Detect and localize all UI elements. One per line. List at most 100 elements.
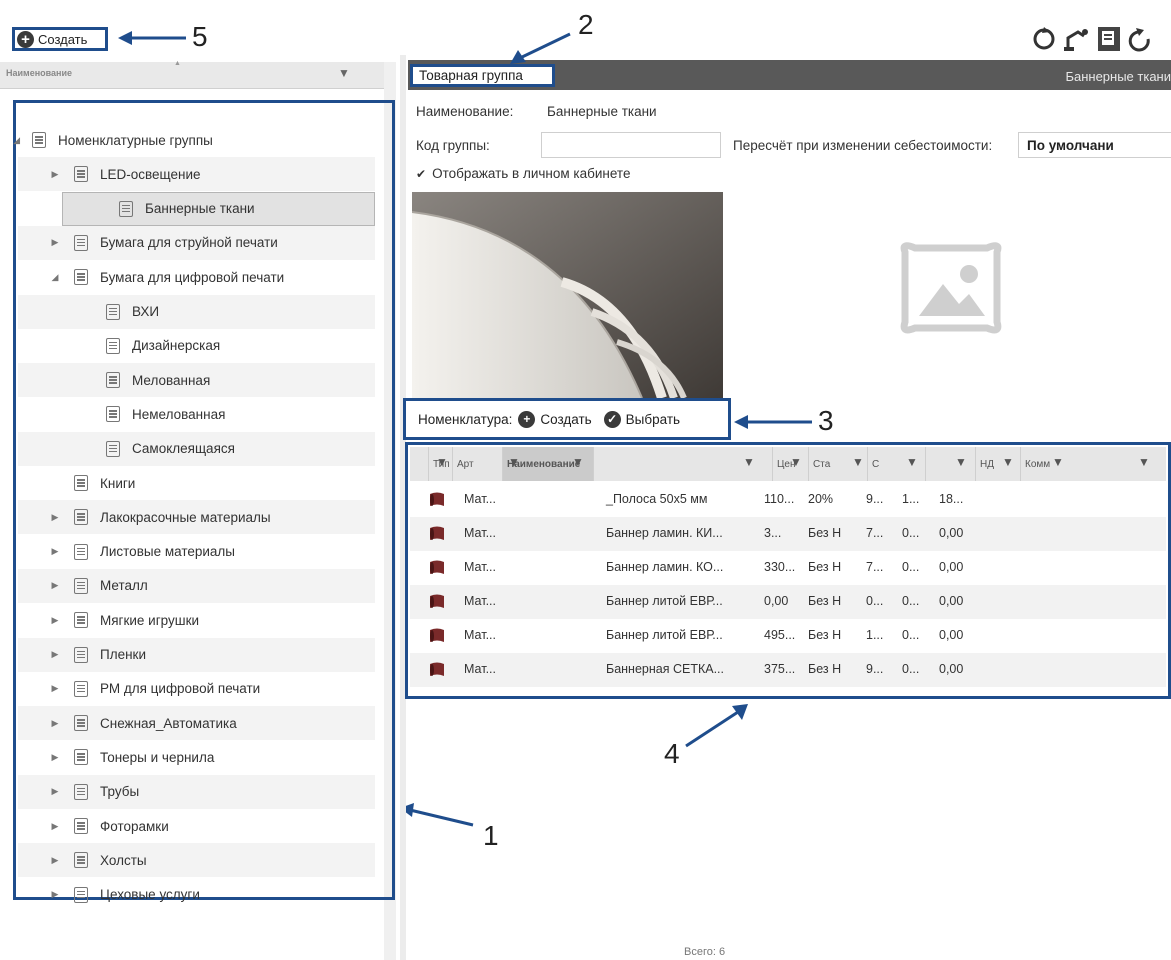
column-filter-icon[interactable]: ▼ (906, 455, 918, 469)
column-filter-icon[interactable]: ▼ (955, 455, 967, 469)
column-filter-icon[interactable]: ▼ (790, 455, 802, 469)
document-icon (74, 680, 88, 697)
tree-item[interactable]: ▶ Трубы (18, 774, 375, 809)
grid-cell: Мат... (464, 594, 496, 608)
tree-item[interactable]: Дизайнерская (18, 329, 375, 363)
document-icon (106, 372, 120, 389)
show-in-cabinet-checkbox[interactable]: ✔ Отображать в личном кабинете (416, 166, 630, 181)
name-value[interactable]: Баннерные ткани (547, 104, 657, 119)
column-filter-icon[interactable]: ▼ (743, 455, 755, 469)
tree-item[interactable]: ▶ Пленки (18, 637, 375, 672)
expand-arrow-icon[interactable]: ▶ (48, 752, 62, 763)
grid-cell: 3... (764, 526, 782, 540)
tree-item[interactable]: ▶ Снежная_Автоматика (18, 706, 375, 741)
recalc-select[interactable]: По умолчани (1018, 132, 1171, 158)
tree-item[interactable]: ▶ LED-освещение (18, 157, 375, 192)
expand-arrow-icon[interactable]: ▶ (48, 546, 62, 557)
nomenclature-toolbar: Номенклатура: + Создать ✓ Выбрать (403, 398, 731, 440)
grid-cell: 9... (866, 492, 884, 506)
column-filter-icon[interactable]: ▼ (1052, 455, 1064, 469)
filter-icon[interactable]: ▼ (338, 66, 350, 80)
tree-item[interactable]: ▶ Металл (18, 568, 375, 603)
tree-item[interactable]: Мелованная (18, 363, 375, 398)
grid-row[interactable]: Мат... _Полоса 50х5 мм 110... 20% 9... 1... 18… (410, 483, 1166, 517)
tree-item-label: Трубы (100, 784, 140, 800)
plus-circle-icon: + (17, 30, 34, 48)
grid-cell: Без Н (808, 594, 842, 608)
tree-item[interactable]: ▶ Мягкие игрушки (18, 603, 375, 637)
expand-arrow-icon[interactable]: ▶ (48, 615, 62, 626)
grid-row[interactable]: Мат... Баннер литой ЕВР... 495... Без Н 1...… (410, 619, 1166, 653)
tree-item[interactable]: ▶ Лакокрасочные материалы (18, 500, 375, 535)
column-filter-icon[interactable]: ▼ (1138, 455, 1150, 469)
expand-arrow-icon[interactable]: ▶ (48, 855, 62, 866)
tree-item[interactable]: ◢ Номенклатурные группы (13, 123, 375, 157)
tree-item[interactable]: Самоклеящаяся (18, 431, 375, 466)
column-filter-icon[interactable]: ▼ (852, 455, 864, 469)
tree-item[interactable]: ▶ Цеховые услуги (18, 878, 375, 912)
tree-item[interactable]: Немелованная (18, 397, 375, 431)
grid-row[interactable]: Мат... Баннерная СЕТКА... 375... Без Н 9... 0… (410, 653, 1166, 687)
tree-item[interactable]: ▶ РМ для цифровой печати (18, 672, 375, 706)
tree-item[interactable]: Книги (18, 466, 375, 500)
document-icon (106, 406, 120, 423)
expand-arrow-icon[interactable]: ▶ (48, 580, 62, 591)
column-filter-icon[interactable]: ▼ (436, 455, 448, 469)
create-button[interactable]: + Создать (12, 27, 108, 51)
tree-item[interactable]: ▶ Фоторамки (18, 809, 375, 843)
column-filter-icon[interactable]: ▼ (572, 455, 584, 469)
group-photo[interactable] (412, 192, 723, 398)
grid-row[interactable]: Мат... Баннер литой ЕВР... 0,00 Без Н 0... 0.… (410, 585, 1166, 619)
expand-arrow-icon[interactable]: ▶ (48, 786, 62, 797)
recalc-label: Пересчёт при изменении себестоимости: (733, 138, 993, 153)
refresh-icon[interactable] (1128, 28, 1150, 52)
nomenclature-select-button[interactable]: ✓ Выбрать (603, 410, 680, 428)
tree-item[interactable]: ▶ Листовые материалы (18, 535, 375, 569)
grid-cell: 0,00 (939, 526, 964, 540)
expand-arrow-icon[interactable]: ▶ (48, 649, 62, 660)
code-input[interactable] (541, 132, 721, 158)
document-icon (106, 440, 120, 457)
image-placeholder-area[interactable] (725, 192, 1171, 398)
collapse-arrow-icon[interactable]: ◢ (48, 272, 62, 283)
grid-column-header[interactable] (925, 447, 975, 481)
expand-arrow-icon[interactable]: ▶ (48, 821, 62, 832)
expand-arrow-icon[interactable]: ▶ (48, 169, 62, 180)
collapse-arrow-icon[interactable]: ◢ (13, 135, 20, 146)
tab-product-group[interactable]: Товарная группа (410, 64, 555, 87)
tree-item[interactable]: Баннерные ткани (62, 191, 375, 226)
callout-arrow-1 (400, 803, 474, 827)
tree-item-label: Немелованная (132, 406, 226, 422)
material-roll-icon (430, 492, 444, 506)
expand-arrow-icon[interactable]: ▶ (48, 889, 62, 900)
expand-arrow-icon[interactable]: ▶ (48, 512, 62, 523)
tree-item[interactable]: ▶ Тонеры и чернила (18, 740, 375, 774)
grid-cell: 20% (808, 492, 834, 506)
column-filter-icon[interactable]: ▼ (508, 455, 520, 469)
grid-row[interactable]: Мат... Баннер ламин. КО... 330... Без Н 7...… (410, 551, 1166, 585)
tree-item[interactable]: ▶ Холсты (18, 843, 375, 878)
grid-column-header[interactable]: Арт (452, 447, 502, 481)
recycle-icon[interactable] (1033, 27, 1055, 50)
grid-cell: 0... (902, 594, 920, 608)
robot-arm-icon[interactable] (1064, 29, 1088, 51)
expand-arrow-icon[interactable]: ▶ (48, 237, 62, 248)
grid-cell: Мат... (464, 492, 496, 506)
tree-item-label: Мелованная (132, 372, 211, 388)
expand-arrow-icon[interactable]: ▶ (48, 718, 62, 729)
column-filter-icon[interactable]: ▼ (1002, 455, 1014, 469)
grid-cell: Без Н (808, 662, 842, 676)
nomenclature-create-button[interactable]: + Создать (518, 410, 592, 428)
name-column-header[interactable]: Наименование (6, 68, 72, 78)
grid-row[interactable]: Мат... Баннер ламин. КИ... 3... Без Н 7... 0.… (410, 517, 1166, 551)
callout-number-4: 4 (664, 738, 680, 769)
tree-item[interactable]: ВХИ (18, 294, 375, 329)
tree-item[interactable]: ▶ Бумага для струйной печати (18, 225, 375, 260)
tree-item[interactable]: ◢ Бумага для цифровой печати (18, 260, 375, 294)
document-icon (74, 475, 88, 491)
document-settings-icon[interactable] (1098, 27, 1120, 51)
tree-item-label: Бумага для цифровой печати (100, 269, 285, 285)
material-roll-icon (430, 560, 444, 574)
expand-arrow-icon[interactable]: ▶ (48, 683, 62, 694)
create-button-label: Создать (38, 31, 88, 47)
